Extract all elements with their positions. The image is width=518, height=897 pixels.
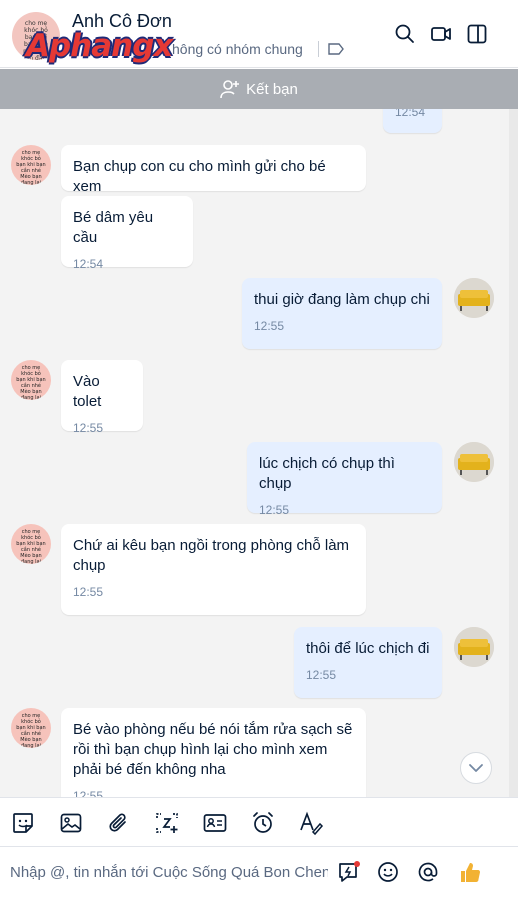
emoji-icon[interactable] (375, 859, 401, 885)
chat-scrollbar[interactable] (509, 109, 518, 797)
chat-window: cho mẹ khóc bỏ bạn khi bạn cần nhé Mèo b… (0, 0, 518, 897)
attachment-icon[interactable] (106, 810, 132, 836)
message-bubble-incoming[interactable]: Bé vào phòng nếu bé nói tắm rửa sạch sẽ … (61, 708, 366, 797)
my-avatar[interactable] (454, 442, 494, 482)
search-icon[interactable] (393, 22, 417, 46)
message-bubble-outgoing[interactable]: thôi để lúc chịch đi 12:55 (294, 627, 442, 698)
sofa-photo-icon (454, 627, 494, 667)
thumbs-up-icon[interactable] (458, 859, 484, 885)
add-friend-label: Kết bạn (246, 80, 298, 98)
image-icon[interactable] (58, 810, 84, 836)
chevron-down-icon (469, 764, 483, 772)
message-text: Chứ ai kêu bạn ngồi trong phòng chỗ làm … (73, 537, 350, 574)
sender-avatar[interactable]: cho mẹ khóc bỏ bạn khi bạn cần nhé Mèo b… (11, 708, 51, 748)
contact-card-icon[interactable] (202, 810, 228, 836)
message-bubble-outgoing[interactable]: lúc chịch có chụp thì chụp 12:55 (247, 442, 442, 517)
mention-icon[interactable] (415, 859, 441, 885)
message-time: 12:55 (73, 421, 104, 435)
message-text: Bạn chụp con cu cho mình gửi cho bé xem (73, 158, 326, 195)
sofa-photo-icon (454, 442, 494, 482)
message-bubble-outgoing[interactable]: 12:54 (383, 109, 442, 133)
scroll-to-bottom-button[interactable] (460, 752, 492, 784)
video-call-icon[interactable] (429, 22, 453, 46)
reminder-icon[interactable] (250, 810, 276, 836)
avatar-caption: cho mẹ khóc bỏ bạn khi bạn cần nhé Mèo b… (16, 529, 46, 564)
composer-toolbar (0, 797, 518, 847)
sticker-icon[interactable] (10, 810, 36, 836)
add-user-icon (220, 80, 240, 99)
sender-avatar[interactable]: cho mẹ khóc bỏ bạn khi bạn cần nhé Mèo b… (11, 360, 51, 400)
message-input[interactable] (10, 859, 328, 885)
message-bubble-incoming[interactable]: Bạn chụp con cu cho mình gửi cho bé xem (61, 145, 366, 195)
sofa-photo-icon (454, 278, 494, 318)
avatar-caption: cho mẹ khóc bỏ bạn khi bạn cần nhé Mèo b… (16, 713, 46, 748)
message-time: 12:54 (395, 109, 426, 119)
message-time: 12:55 (254, 319, 285, 333)
message-composer (0, 847, 518, 897)
message-bubble-outgoing[interactable]: thui giờ đang làm chụp chi 12:55 (242, 278, 442, 349)
quick-message-icon[interactable] (336, 859, 362, 885)
message-time: 12:55 (259, 503, 290, 517)
text-format-icon[interactable] (298, 810, 324, 836)
message-bubble-incoming[interactable]: Vào tolet 12:55 (61, 360, 143, 435)
message-time: 12:55 (73, 789, 104, 797)
message-list: 12:54 cho mẹ khóc bỏ bạn khi bạn cần nhé… (0, 109, 509, 797)
message-text: Bé vào phòng nếu bé nói tắm rửa sạch sẽ … (73, 721, 353, 778)
my-avatar[interactable] (454, 278, 494, 318)
watermark-logo: Aphangx (26, 28, 173, 64)
avatar-caption: cho mẹ khóc bỏ bạn khi bạn cần nhé Mèo b… (16, 150, 46, 185)
sender-avatar[interactable]: cho mẹ khóc bỏ bạn khi bạn cần nhé Mèo b… (11, 524, 51, 564)
sender-avatar[interactable]: cho mẹ khóc bỏ bạn khi bạn cần nhé Mèo b… (11, 145, 51, 185)
message-time: 12:55 (306, 668, 337, 682)
message-bubble-incoming[interactable]: Bé dâm yêu cầu 12:54 (61, 196, 193, 271)
screenshot-icon[interactable] (154, 810, 180, 836)
add-friend-bar[interactable]: Kết bạn (0, 69, 518, 109)
my-avatar[interactable] (454, 627, 494, 667)
header-divider (318, 41, 319, 57)
chat-header: cho mẹ khóc bỏ bạn khi bạn cần nhé Mèo b… (0, 0, 518, 68)
message-text: Bé dâm yêu cầu (73, 209, 154, 246)
contact-subtitle: hông có nhóm chung (172, 41, 303, 57)
message-text: Vào tolet (73, 373, 102, 410)
tag-icon[interactable] (328, 43, 344, 55)
message-text: thui giờ đang làm chụp chi (254, 291, 430, 308)
message-time: 12:54 (73, 257, 104, 271)
avatar-caption: cho mẹ khóc bỏ bạn khi bạn cần nhé Mèo b… (16, 365, 46, 400)
message-bubble-incoming[interactable]: Chứ ai kêu bạn ngồi trong phòng chỗ làm … (61, 524, 366, 615)
sidebar-toggle-icon[interactable] (465, 22, 489, 46)
message-time: 12:55 (73, 585, 104, 599)
message-text: lúc chịch có chụp thì chụp (259, 455, 395, 492)
message-text: thôi để lúc chịch đi (306, 640, 430, 657)
